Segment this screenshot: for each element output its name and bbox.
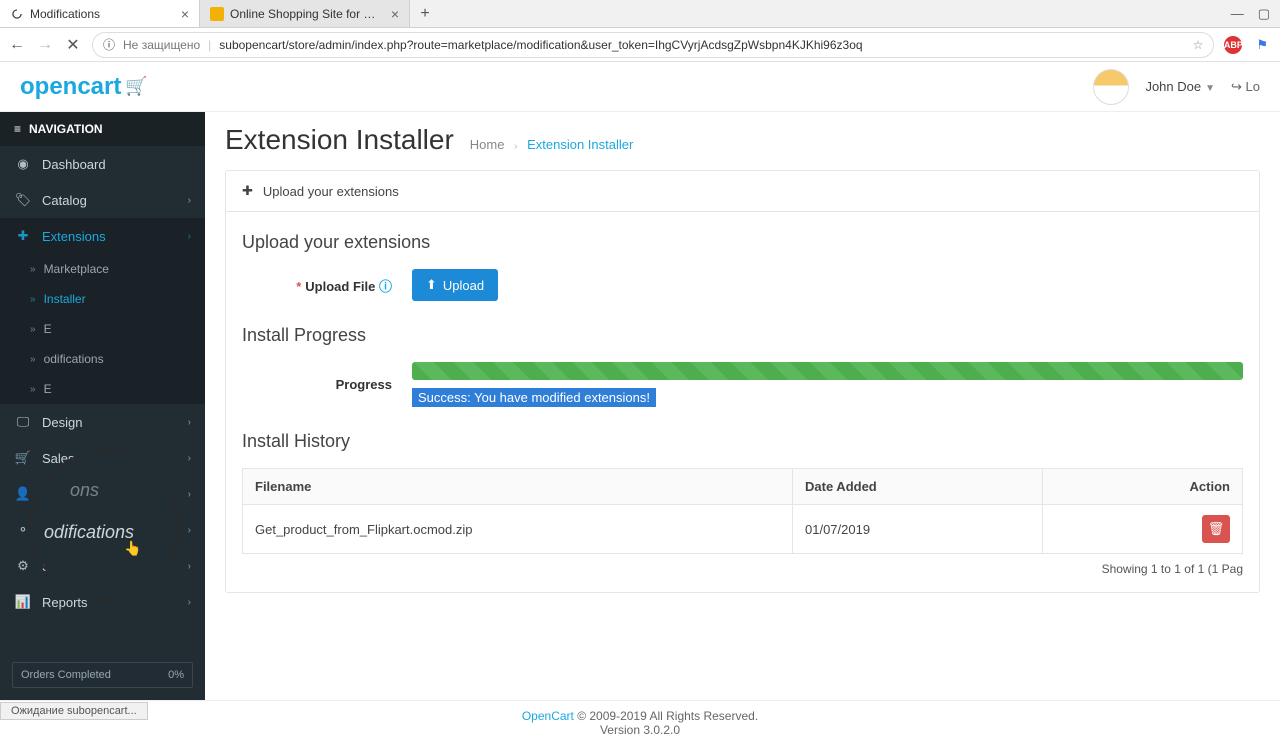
- delete-button[interactable]: 🗑: [1202, 515, 1230, 543]
- extension-icon[interactable]: ⚑: [1256, 37, 1268, 53]
- spinner-icon: [10, 7, 24, 21]
- help-icon[interactable]: ⓘ: [379, 279, 392, 294]
- upload-panel: ✚ Upload your extensions Upload your ext…: [225, 170, 1260, 593]
- chart-icon: 📊: [14, 594, 32, 610]
- pagination-text: Showing 1 to 1 of 1 (1 Pag: [242, 562, 1243, 576]
- main-content: Extension Installer Home › Extension Ins…: [205, 112, 1280, 700]
- progress-label: Progress: [242, 377, 412, 392]
- sidebar-sub-item[interactable]: »E: [0, 374, 205, 404]
- cart-icon: 🛒: [14, 450, 32, 466]
- address-bar[interactable]: ⓘ Не защищено | subopencart/store/admin/…: [92, 32, 1214, 58]
- sidebar-item-catalog[interactable]: 🏷 Catalog ›: [0, 182, 205, 218]
- orders-completed-widget: Orders Completed 0%: [12, 662, 193, 688]
- forward-button[interactable]: →: [36, 36, 54, 54]
- abp-icon[interactable]: ABP: [1224, 36, 1242, 54]
- tag-icon: 🏷: [14, 192, 32, 208]
- favicon-icon: [210, 7, 224, 21]
- menu-icon: ≡: [14, 122, 21, 136]
- trash-icon: 🗑: [1208, 521, 1225, 537]
- sidebar-item-design[interactable]: 🖵 Design ›: [0, 404, 205, 440]
- tab-title: Modifications: [30, 7, 175, 21]
- back-button[interactable]: ←: [8, 36, 26, 54]
- cell-filename: Get_product_from_Flipkart.ocmod.zip: [243, 505, 793, 554]
- maximize-icon[interactable]: ▢: [1258, 6, 1270, 22]
- upload-icon: ⬆: [426, 277, 437, 293]
- footer-brand[interactable]: OpenCart: [522, 709, 574, 723]
- section-history-title: Install History: [242, 431, 1243, 452]
- nav-heading: ≡ NAVIGATION: [0, 112, 205, 146]
- page-title: Extension Installer: [225, 124, 454, 156]
- stop-icon[interactable]: ✕: [64, 35, 82, 55]
- user-menu[interactable]: John Doe▼: [1145, 79, 1215, 94]
- puzzle-icon: ✚: [242, 183, 253, 199]
- cell-date: 01/07/2019: [793, 505, 1043, 554]
- star-icon[interactable]: ☆: [1193, 38, 1204, 52]
- puzzle-icon: ✚: [14, 228, 32, 244]
- col-action: Action: [1043, 469, 1243, 505]
- dashboard-icon: ◉: [14, 156, 32, 172]
- section-progress-title: Install Progress: [242, 325, 1243, 346]
- chevron-right-icon: ›: [188, 231, 191, 242]
- sidebar-sub-modifications[interactable]: »odifications: [0, 344, 205, 374]
- install-history-table: Filename Date Added Action Get_product_f…: [242, 468, 1243, 554]
- col-filename: Filename: [243, 469, 793, 505]
- share-icon: ⚬: [14, 522, 32, 538]
- sidebar-sub-installer[interactable]: »Installer: [0, 284, 205, 314]
- browser-toolbar: ← → ✕ ⓘ Не защищено | subopencart/store/…: [0, 28, 1280, 62]
- col-date: Date Added: [793, 469, 1043, 505]
- close-icon[interactable]: ×: [391, 6, 399, 22]
- sidebar-item-marketing[interactable]: ⚬ Marketing ›: [0, 512, 205, 548]
- table-row: Get_product_from_Flipkart.ocmod.zip 01/0…: [243, 505, 1243, 554]
- tv-icon: 🖵: [14, 414, 32, 430]
- breadcrumb-home[interactable]: Home: [470, 137, 505, 152]
- footer: OpenCart © 2009-2019 All Rights Reserved…: [0, 700, 1280, 745]
- minimize-icon[interactable]: —: [1231, 6, 1244, 21]
- upload-button[interactable]: ⬆ Upload: [412, 269, 498, 301]
- breadcrumb: Home › Extension Installer: [470, 137, 634, 152]
- success-message: Success: You have modified extensions!: [412, 388, 656, 407]
- close-icon[interactable]: ×: [181, 6, 189, 22]
- browser-tab[interactable]: Online Shopping Site for Mobile ×: [200, 0, 410, 27]
- security-label: Не защищено: [123, 38, 200, 52]
- window-controls: — ▢: [1221, 0, 1280, 27]
- sidebar-item-dashboard[interactable]: ◉ Dashboard: [0, 146, 205, 182]
- sidebar-item-system[interactable]: ⚙ System ›: [0, 548, 205, 584]
- cart-icon: 🛒: [125, 76, 147, 97]
- footer-version: Version 3.0.2.0: [600, 723, 680, 737]
- sidebar-item-customers[interactable]: 👤 Customers ›: [0, 476, 205, 512]
- avatar[interactable]: [1093, 69, 1129, 105]
- chevron-right-icon: ›: [188, 195, 191, 206]
- sidebar-item-extensions[interactable]: ✚ Extensions ›: [0, 218, 205, 254]
- info-icon: ⓘ: [103, 36, 115, 53]
- browser-tab-strip: Modifications × Online Shopping Site for…: [0, 0, 1280, 28]
- section-upload-title: Upload your extensions: [242, 232, 1243, 253]
- browser-tab-active[interactable]: Modifications ×: [0, 0, 200, 27]
- extensions-submenu: »Marketplace »Installer »E »odifications…: [0, 254, 205, 404]
- breadcrumb-current[interactable]: Extension Installer: [527, 137, 633, 152]
- sidebar-sub-marketplace[interactable]: »Marketplace: [0, 254, 205, 284]
- browser-status-bar: Ожидание subopencart...: [0, 702, 148, 720]
- user-icon: 👤: [14, 486, 32, 502]
- tab-title: Online Shopping Site for Mobile: [230, 7, 385, 21]
- logout-link[interactable]: ↪ Lo: [1231, 79, 1260, 95]
- sidebar-item-sales[interactable]: 🛒 Sales ›: [0, 440, 205, 476]
- progress-bar: [412, 362, 1243, 380]
- opencart-logo[interactable]: opencart 🛒: [20, 73, 148, 101]
- progress-fill: [412, 362, 1243, 380]
- url-text: subopencart/store/admin/index.php?route=…: [219, 38, 1184, 52]
- sidebar-sub-item[interactable]: »E: [0, 314, 205, 344]
- sidebar-item-reports[interactable]: 📊 Reports ›: [0, 584, 205, 620]
- panel-header: ✚ Upload your extensions: [226, 171, 1259, 212]
- upload-file-label: *Upload File ⓘ: [242, 276, 412, 295]
- gear-icon: ⚙: [14, 558, 32, 574]
- app-header: opencart 🛒 John Doe▼ ↪ Lo: [0, 62, 1280, 112]
- sidebar: ≡ NAVIGATION ◉ Dashboard 🏷 Catalog › ✚ E…: [0, 112, 205, 700]
- new-tab-button[interactable]: +: [410, 0, 440, 27]
